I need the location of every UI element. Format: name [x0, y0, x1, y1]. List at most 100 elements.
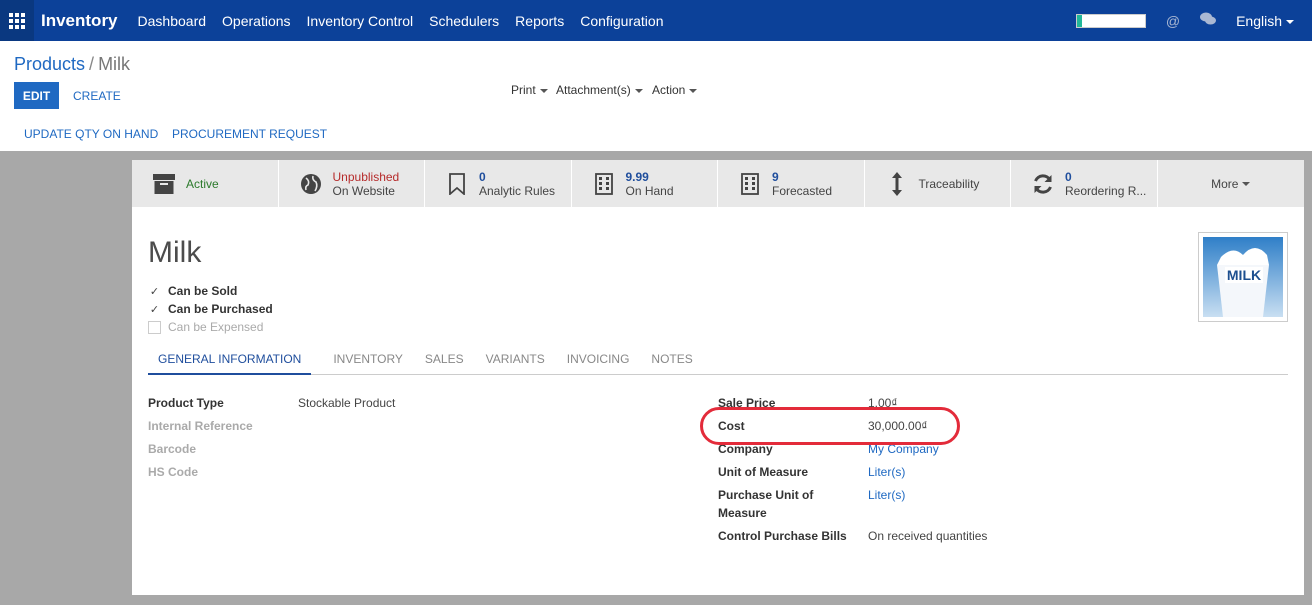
tab-inventory[interactable]: INVENTORY: [333, 349, 403, 374]
reordering-count: 0: [1065, 169, 1072, 184]
archive-icon: [152, 172, 176, 196]
print-dropdown[interactable]: Print: [511, 83, 548, 97]
tab-sales[interactable]: SALES: [425, 349, 464, 374]
attachments-label: Attachment(s): [556, 83, 631, 97]
on-hand-label: On Hand: [625, 183, 674, 198]
tab-notes[interactable]: NOTES: [651, 349, 692, 374]
globe-icon: [299, 172, 323, 196]
publish-label: On Website: [332, 183, 395, 198]
more-button[interactable]: More: [1157, 160, 1304, 207]
forecasted-button[interactable]: 9 Forecasted: [718, 160, 865, 207]
product-type-label: Product Type: [148, 396, 224, 410]
at-sign-icon[interactable]: @: [1166, 13, 1180, 29]
empty-checkbox-icon: [148, 320, 161, 334]
publish-status: Unpublished: [332, 169, 400, 184]
more-label: More: [1211, 176, 1239, 191]
action-dropdown[interactable]: Action: [652, 83, 698, 97]
analytic-rules-label: Analytic Rules: [479, 183, 556, 198]
product-name[interactable]: Milk: [148, 236, 201, 270]
active-toggle-button[interactable]: Active: [132, 160, 279, 207]
top-navbar: Inventory Dashboard Operations Inventory…: [0, 0, 1312, 41]
analytic-rules-count: 0: [479, 169, 486, 184]
edit-button[interactable]: EDIT: [14, 82, 59, 109]
update-qty-button[interactable]: UPDATE QTY ON HAND: [24, 127, 158, 141]
print-label: Print: [511, 83, 536, 97]
language-switcher[interactable]: English: [1236, 13, 1294, 29]
menu-inventory-control[interactable]: Inventory Control: [307, 13, 414, 29]
refresh-icon: [1031, 172, 1055, 196]
tab-general-information[interactable]: GENERAL INFORMATION: [148, 349, 312, 375]
attachments-dropdown[interactable]: Attachment(s): [556, 83, 643, 97]
tab-invoicing[interactable]: INVOICING: [567, 349, 630, 374]
image-label: MILK: [1227, 267, 1261, 283]
traceability-label: Traceability: [918, 176, 980, 191]
internal-reference-label: Internal Reference: [148, 419, 253, 433]
menu-operations[interactable]: Operations: [222, 13, 290, 29]
app-brand[interactable]: Inventory: [41, 11, 118, 31]
form-tabs: GENERAL INFORMATION INVENTORY SALES VARI…: [148, 349, 1288, 375]
can-be-expensed-checkbox[interactable]: Can be Expensed: [148, 318, 273, 336]
reordering-rules-button[interactable]: 0 Reordering R...: [1011, 160, 1158, 207]
can-be-expensed-label: Can be Expensed: [168, 320, 264, 334]
purchase-uom-label-line1: Purchase Unit of: [718, 488, 814, 502]
unit-of-measure-label: Unit of Measure: [718, 465, 809, 479]
reordering-label: Reordering R...: [1065, 183, 1147, 198]
can-be-sold-checkbox[interactable]: ✓ Can be Sold: [148, 282, 273, 300]
cost-highlight-annotation: [700, 407, 960, 445]
checkmark-icon: ✓: [149, 285, 160, 298]
building-icon: [592, 172, 616, 196]
chevron-down-icon: [634, 88, 643, 93]
procurement-request-button[interactable]: PROCUREMENT REQUEST: [172, 127, 327, 141]
traceability-button[interactable]: Traceability: [864, 160, 1011, 207]
planner-progress-bar[interactable]: [1075, 13, 1146, 28]
chevron-down-icon: [689, 88, 698, 93]
purchase-uom-field[interactable]: Liter(s): [868, 488, 905, 502]
progress-fill: [1076, 14, 1083, 27]
building-icon: [738, 172, 762, 196]
hs-code-label: HS Code: [148, 465, 199, 479]
purchase-uom-label-line2: Measure: [718, 506, 767, 520]
milk-image: MILK: [1203, 237, 1283, 317]
menu-dashboard[interactable]: Dashboard: [138, 13, 207, 29]
can-be-purchased-label: Can be Purchased: [168, 302, 273, 316]
unit-of-measure-field[interactable]: Liter(s): [868, 465, 905, 479]
menu-configuration[interactable]: Configuration: [580, 13, 663, 29]
arrows-vertical-icon: [885, 171, 909, 196]
forecasted-value: 9: [772, 169, 779, 184]
purchase-uom-label: Purchase Unit of Measure: [718, 488, 813, 520]
active-label: Active: [186, 176, 219, 191]
menu-schedulers[interactable]: Schedulers: [429, 13, 499, 29]
checkmark-icon: ✓: [149, 303, 160, 316]
action-label: Action: [652, 83, 686, 97]
form-sheet: Active Unpublished On Website 0 Analytic R…: [132, 160, 1304, 595]
can-be-purchased-checkbox[interactable]: ✓ Can be Purchased: [148, 300, 273, 318]
grid-icon: [9, 12, 25, 29]
chevron-down-icon: [1242, 182, 1251, 187]
menu-reports[interactable]: Reports: [515, 13, 564, 29]
breadcrumb-current: Milk: [98, 54, 131, 74]
create-button[interactable]: CREATE: [73, 82, 121, 109]
apps-menu-button[interactable]: [0, 0, 34, 41]
chat-icon[interactable]: [1200, 12, 1217, 29]
chevron-down-icon: [1286, 19, 1294, 24]
control-purchase-bills-label: Control Purchase Bills: [718, 529, 847, 543]
product-type-field[interactable]: Stockable Product: [298, 396, 395, 410]
barcode-label: Barcode: [148, 442, 197, 456]
breadcrumb-separator: /: [89, 54, 95, 74]
product-image[interactable]: MILK: [1198, 232, 1288, 322]
language-label: English: [1236, 12, 1282, 29]
website-publish-button[interactable]: Unpublished On Website: [278, 160, 425, 207]
can-be-sold-label: Can be Sold: [168, 284, 238, 298]
chevron-down-icon: [539, 88, 548, 93]
product-options: ✓ Can be Sold ✓ Can be Purchased Can be Ex…: [148, 282, 273, 336]
breadcrumb-products[interactable]: Products: [14, 54, 85, 74]
breadcrumb: Products / Milk: [14, 54, 130, 75]
forecasted-label: Forecasted: [772, 183, 833, 198]
tab-variants[interactable]: VARIANTS: [486, 349, 545, 374]
control-purchase-bills-field[interactable]: On received quantities: [868, 529, 987, 543]
on-hand-button[interactable]: 9.99 On Hand: [571, 160, 718, 207]
smart-button-box: Active Unpublished On Website 0 Analytic R…: [132, 160, 1304, 207]
bookmark-icon: [445, 172, 469, 196]
analytic-rules-button[interactable]: 0 Analytic Rules: [425, 160, 572, 207]
on-hand-value: 9.99: [625, 169, 649, 184]
